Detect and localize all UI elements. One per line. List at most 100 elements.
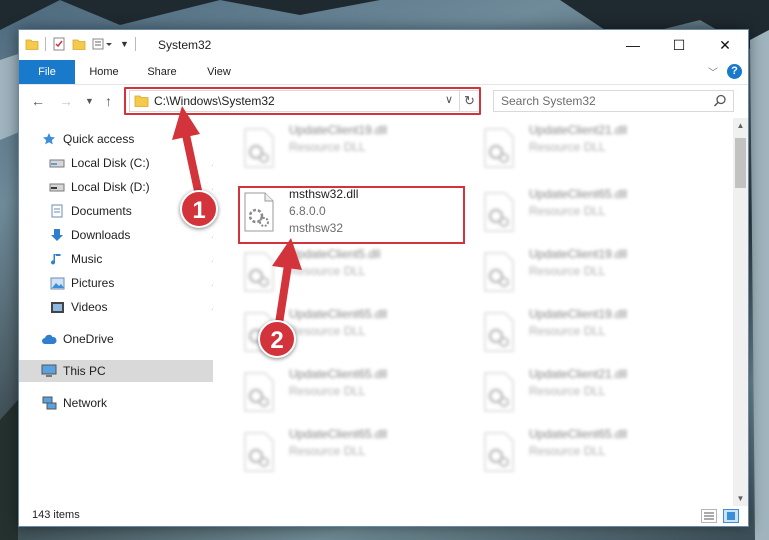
sidebar-item-label: OneDrive [63,332,114,346]
file-type: Resource DLL [289,264,366,278]
dll-file-icon [484,192,514,232]
file-item[interactable]: UpdateClient19.dll Resource DLL [455,244,685,294]
details-view-icon[interactable] [701,509,717,523]
up-arrow-icon[interactable]: ↑ [105,93,112,109]
file-item[interactable]: UpdateClient65.dll Resource DLL [215,424,445,474]
star-icon [41,131,57,147]
dll-file-icon [244,432,274,472]
close-button[interactable]: ✕ [702,30,748,60]
file-name: UpdateClient19.dll [529,307,628,321]
step-1-badge: 1 [180,190,218,228]
file-item[interactable]: UpdateClient65.dll Resource DLL [455,424,685,474]
sidebar-item-label: This PC [63,364,106,378]
file-item[interactable]: UpdateClient65.dll Resource DLL [215,304,445,354]
sidebar-item-downloads[interactable]: Downloads 📌 [49,224,223,246]
file-name: UpdateClient21.dll [529,367,628,381]
address-highlight-box [124,87,481,115]
tab-home[interactable]: Home [79,60,129,84]
file-item[interactable]: UpdateClient65.dll Resource DLL [215,364,445,414]
file-name: UpdateClient5.dll [289,247,381,261]
music-icon [49,251,65,267]
file-type: Resource DLL [529,204,606,218]
sidebar-item-onedrive[interactable]: OneDrive [41,328,211,350]
file-name: UpdateClient65.dll [289,427,388,441]
file-name: UpdateClient65.dll [289,307,388,321]
sidebar-item-local-disk-c[interactable]: Local Disk (C:) 📌 [49,152,223,174]
sidebar-item-label: Local Disk (C:) [71,156,150,170]
sidebar-item-label: Local Disk (D:) [71,180,150,194]
file-name: UpdateClient65.dll [289,367,388,381]
toolbar-dropdown-icon[interactable]: ▼ [120,39,129,49]
cloud-icon [41,331,57,347]
back-arrow-icon[interactable]: ← [31,93,45,109]
videos-icon [49,299,65,315]
file-type: Resource DLL [289,444,366,458]
sidebar-item-this-pc[interactable]: This PC [19,360,213,382]
customize-toolbar-icon[interactable] [92,37,114,51]
tab-view[interactable]: View [194,60,244,84]
forward-arrow-icon[interactable]: → [59,93,73,109]
scroll-down-icon[interactable]: ▼ [733,491,748,506]
dll-file-icon [244,252,274,292]
dll-file-icon [484,432,514,472]
expand-ribbon-icon[interactable]: ﹀ [708,64,718,79]
file-type: Resource DLL [289,140,366,154]
documents-icon [49,203,65,219]
vertical-scrollbar[interactable]: ▲ ▼ [733,118,748,506]
file-item[interactable]: UpdateClient5.dll Resource DLL [215,244,445,294]
tab-file[interactable]: File [19,60,75,84]
sidebar-item-label: Pictures [71,276,115,290]
sidebar-item-label: Downloads [71,228,131,242]
recent-locations-icon[interactable]: ▼ [85,96,94,106]
properties-icon[interactable] [52,37,66,51]
file-list: msthsw32.dll 6.8.0.0 msthsw32 UpdateClie… [213,118,733,506]
status-bar: 143 items [19,506,748,526]
dll-file-icon [244,128,274,168]
minimize-button[interactable]: — [610,30,656,60]
help-button[interactable]: ? [727,64,742,79]
sidebar-item-quick-access[interactable]: Quick access [41,128,211,150]
sidebar-item-music[interactable]: Music 📌 [49,248,223,270]
file-name: UpdateClient65.dll [529,187,628,201]
file-item[interactable]: UpdateClient21.dll Resource DLL [455,120,685,170]
drive-icon [49,179,65,195]
large-icons-view-icon[interactable] [723,509,739,523]
sidebar-item-label: Videos [71,300,108,314]
dll-file-icon [484,312,514,352]
sidebar-item-videos[interactable]: Videos 📌 [49,296,223,318]
file-item[interactable]: UpdateClient19.dll Resource DLL [455,304,685,354]
sidebar-item-label: Music [71,252,103,266]
sidebar-item-label: Documents [71,204,132,218]
file-type: Resource DLL [529,324,606,338]
folder-icon [25,39,39,50]
dll-file-icon [484,372,514,412]
pictures-icon [49,275,65,291]
sidebar-item-pictures[interactable]: Pictures 📌 [49,272,223,294]
downloads-icon [49,227,65,243]
computer-icon [41,363,57,379]
search-box[interactable]: Search System32 [493,90,734,112]
dll-file-icon [484,128,514,168]
title-bar: ▼ System32 — ☐ ✕ [19,30,748,60]
file-explorer-window: ▼ System32 — ☐ ✕ File Home Share View ﹀ … [18,29,749,527]
file-type: Resource DLL [529,384,606,398]
file-item[interactable]: UpdateClient21.dll Resource DLL [455,364,685,414]
file-type: Resource DLL [529,140,606,154]
navigation-bar: ← → ▼ ↑ C:\Windows\System32 ∨ ↻ Search S… [19,84,748,119]
tab-share[interactable]: Share [137,60,187,84]
maximize-button[interactable]: ☐ [656,30,702,60]
file-item[interactable]: UpdateClient19.dll Resource DLL [215,120,445,170]
new-folder-icon[interactable] [72,37,86,51]
scroll-thumb[interactable] [735,138,746,188]
sidebar-item-label: Quick access [63,132,135,146]
sidebar-item-network[interactable]: Network [41,392,211,414]
search-icon [713,94,726,107]
file-name: UpdateClient19.dll [529,247,628,261]
search-placeholder: Search System32 [501,94,596,108]
item-count: 143 items [32,509,80,521]
dll-file-icon [484,252,514,292]
scroll-up-icon[interactable]: ▲ [733,118,748,133]
file-name: UpdateClient21.dll [529,123,628,137]
ribbon-tabs: File Home Share View ﹀ ? [19,60,748,84]
file-item[interactable]: UpdateClient65.dll Resource DLL [455,184,685,234]
